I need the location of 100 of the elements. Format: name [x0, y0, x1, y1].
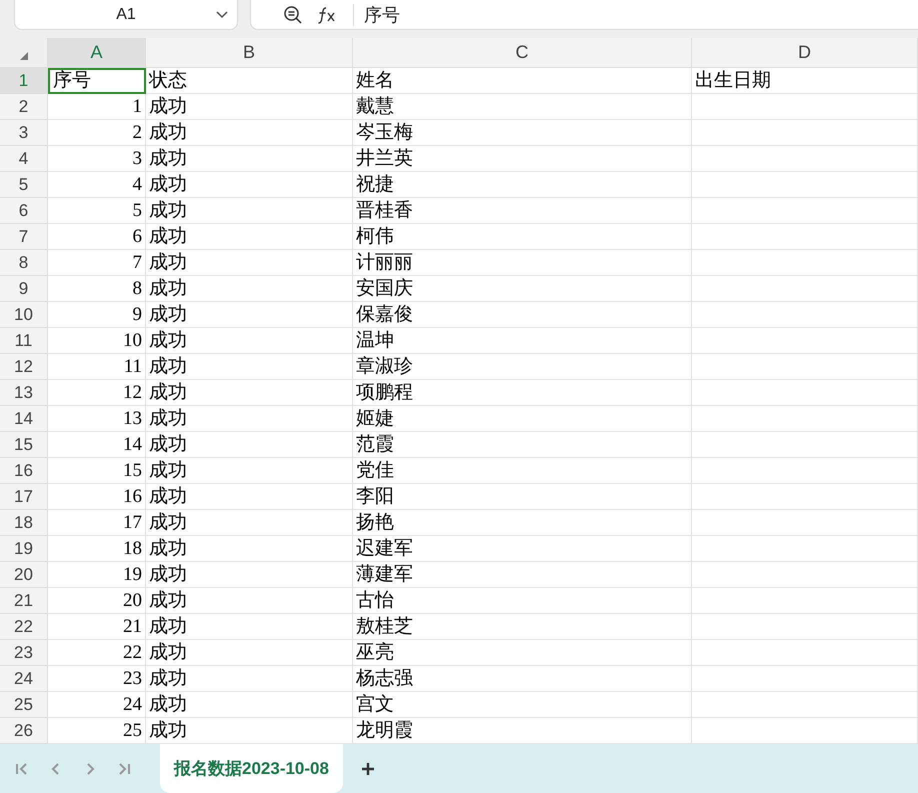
table-cell: 20 [48, 588, 146, 614]
column-header[interactable]: B [146, 38, 353, 68]
table-cell: 状态 [146, 68, 353, 94]
column-header[interactable]: C [353, 38, 692, 68]
table-cell: 成功 [146, 458, 353, 484]
table-cell: 成功 [146, 484, 353, 510]
table-cell: 19 [48, 562, 146, 588]
row-header[interactable]: 15 [0, 432, 48, 458]
row-header[interactable]: 19 [0, 536, 48, 562]
table-cell: 祝捷 [353, 172, 692, 198]
table-cell: 11 [48, 354, 146, 380]
table-cell: 13 [48, 406, 146, 432]
formula-bar[interactable]: 序号 [250, 0, 918, 30]
row-header[interactable]: 25 [0, 692, 48, 718]
table-cell: 巫亮 [353, 640, 692, 666]
table-cell: 计丽丽 [353, 250, 692, 276]
table-cell: 晋桂香 [353, 198, 692, 224]
table-cell: 安国庆 [353, 276, 692, 302]
table-cell: 成功 [146, 692, 353, 718]
table-cell: 姬婕 [353, 406, 692, 432]
table-cell: 薄建军 [353, 562, 692, 588]
table-cell: 成功 [146, 94, 353, 120]
table-cell: 14 [48, 432, 146, 458]
table-cell: 12 [48, 380, 146, 406]
table-cell: 成功 [146, 302, 353, 328]
table-cell: 1 [48, 94, 146, 120]
table-cell: 柯伟 [353, 224, 692, 250]
row-header[interactable]: 14 [0, 406, 48, 432]
table-cell: 17 [48, 510, 146, 536]
row-header[interactable]: 20 [0, 562, 48, 588]
add-sheet-icon[interactable] [360, 762, 375, 776]
chevron-down-icon [215, 10, 229, 20]
table-cell: 出生日期 [692, 68, 918, 94]
row-header[interactable]: 7 [0, 224, 48, 250]
table-cell: 成功 [146, 588, 353, 614]
row-header[interactable]: 6 [0, 198, 48, 224]
table-cell: 章淑珍 [353, 354, 692, 380]
table-cell: 岑玉梅 [353, 120, 692, 146]
row-header[interactable]: 3 [0, 120, 48, 146]
table-cell: 成功 [146, 276, 353, 302]
row-header[interactable]: 21 [0, 588, 48, 614]
table-cell: 4 [48, 172, 146, 198]
select-all-icon[interactable] [18, 51, 28, 61]
row-header[interactable]: 11 [0, 328, 48, 354]
table-cell: 成功 [146, 640, 353, 666]
table-cell: 8 [48, 276, 146, 302]
row-header[interactable]: 8 [0, 250, 48, 276]
table-cell: 扬艳 [353, 510, 692, 536]
table-cell: 成功 [146, 380, 353, 406]
row-header[interactable]: 26 [0, 718, 48, 744]
table-cell: 24 [48, 692, 146, 718]
row-header[interactable]: 1 [0, 68, 48, 94]
table-cell: 范霞 [353, 432, 692, 458]
table-cell: 成功 [146, 354, 353, 380]
table-cell: 温坤 [353, 328, 692, 354]
table-cell: 3 [48, 146, 146, 172]
table-cell: 2 [48, 120, 146, 146]
row-header[interactable]: 24 [0, 666, 48, 692]
table-cell: 成功 [146, 406, 353, 432]
table-cell: 成功 [146, 510, 353, 536]
table-cell: 成功 [146, 120, 353, 146]
row-header[interactable]: 22 [0, 614, 48, 640]
table-cell: 项鹏程 [353, 380, 692, 406]
table-cell: 7 [48, 250, 146, 276]
row-header[interactable]: 10 [0, 302, 48, 328]
table-cell: 保嘉俊 [353, 302, 692, 328]
zoom-out-icon[interactable] [283, 4, 303, 24]
row-header[interactable]: 17 [0, 484, 48, 510]
table-cell: 16 [48, 484, 146, 510]
table-cell: 23 [48, 666, 146, 692]
table-cell: 18 [48, 536, 146, 562]
column-header[interactable]: D [692, 38, 918, 68]
name-box[interactable]: A1 [14, 0, 238, 30]
row-header[interactable]: 5 [0, 172, 48, 198]
table-cell: 成功 [146, 250, 353, 276]
table-cell: 成功 [146, 432, 353, 458]
row-header[interactable]: 2 [0, 94, 48, 120]
row-header[interactable]: 23 [0, 640, 48, 666]
table-cell: 党佳 [353, 458, 692, 484]
table-cell: 10 [48, 328, 146, 354]
table-cell: 宫文 [353, 692, 692, 718]
row-header[interactable]: 13 [0, 380, 48, 406]
row-header[interactable]: 18 [0, 510, 48, 536]
table-cell: 成功 [146, 614, 353, 640]
row-header[interactable]: 4 [0, 146, 48, 172]
table-cell: 杨志强 [353, 666, 692, 692]
row-header[interactable]: 16 [0, 458, 48, 484]
table-cell: 21 [48, 614, 146, 640]
table-cell: 9 [48, 302, 146, 328]
table-cell: 成功 [146, 328, 353, 354]
column-header[interactable]: A [48, 38, 146, 68]
table-cell: 敖桂芝 [353, 614, 692, 640]
sheet-tab[interactable]: 报名数据2023-10-08 [160, 744, 343, 793]
table-cell: 成功 [146, 536, 353, 562]
table-cell: 15 [48, 458, 146, 484]
row-header[interactable]: 9 [0, 276, 48, 302]
table-cell: 戴慧 [353, 94, 692, 120]
formula-value: 序号 [353, 4, 400, 26]
cell-reference: A1 [116, 6, 136, 24]
row-header[interactable]: 12 [0, 354, 48, 380]
